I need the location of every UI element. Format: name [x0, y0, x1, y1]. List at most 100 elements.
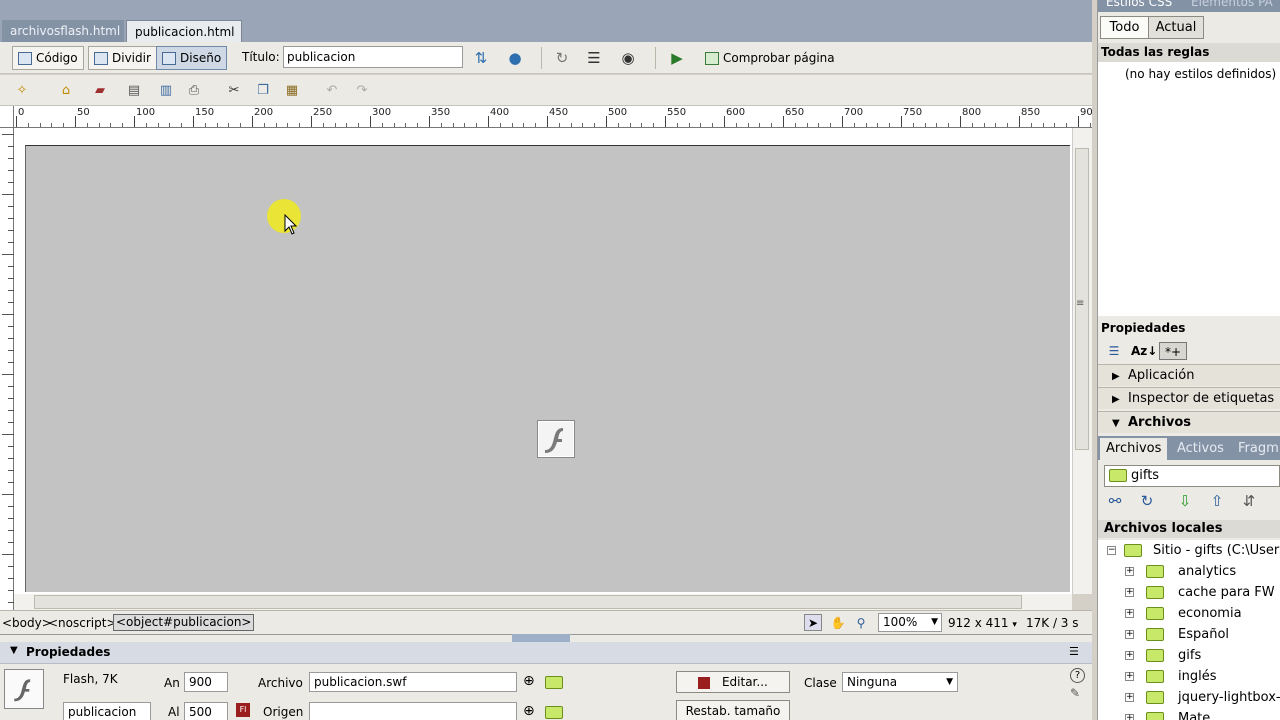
horizontal-scroll-thumb[interactable] — [34, 595, 1022, 609]
reset-size-button[interactable]: Restab. tamaño — [676, 700, 790, 720]
ruler-tick — [2, 314, 14, 315]
category-view-icon[interactable]: ☰ — [1103, 342, 1125, 360]
code-view-button[interactable]: Código — [12, 46, 84, 70]
tab-archivos[interactable]: Archivos — [1100, 438, 1168, 460]
options-menu-icon[interactable]: ☰ — [1069, 645, 1079, 658]
mode-current-button[interactable]: Actual — [1149, 17, 1203, 38]
css-rules-list[interactable] — [1098, 62, 1280, 316]
point-to-file-icon[interactable]: ⊕ — [523, 703, 535, 719]
file-tree-row[interactable]: + gifs — [1098, 645, 1280, 666]
tag-selector-body[interactable]: <body> — [2, 616, 52, 630]
redo-icon[interactable]: ↷ — [352, 80, 372, 100]
edit-button[interactable]: Editar... — [676, 671, 790, 693]
hand-tool-icon[interactable]: ✋ — [829, 614, 847, 631]
width-field[interactable]: 900 — [184, 672, 228, 692]
get-files-icon[interactable]: ⇩ — [1174, 490, 1196, 512]
expand-toggle-icon[interactable]: + — [1125, 672, 1134, 681]
collapse-triangle-icon[interactable]: ▼ — [10, 645, 18, 656]
check-out-icon[interactable]: ⇵ — [1238, 490, 1260, 512]
ruler-tick-label: 150 — [195, 107, 215, 118]
site-select[interactable]: gifts — [1104, 465, 1280, 487]
mode-all-button[interactable]: Todo — [1101, 17, 1149, 38]
refresh-icon[interactable]: ↻ — [1136, 490, 1158, 512]
copy-icon[interactable]: ❐ — [253, 80, 273, 100]
save-icon[interactable]: ▤ — [124, 80, 144, 100]
expand-toggle-icon[interactable]: + — [1125, 714, 1134, 720]
ruler-origin[interactable] — [0, 106, 14, 128]
refresh-icon[interactable]: ↻ — [551, 48, 573, 68]
origin-field[interactable] — [309, 702, 517, 720]
expand-toggle-icon[interactable]: + — [1125, 651, 1134, 660]
split-view-button[interactable]: Dividir — [88, 46, 157, 70]
ruler-tick-label: 600 — [726, 107, 746, 118]
file-tree-label: cache para FW — [1178, 585, 1275, 600]
help-icon[interactable]: ? — [1070, 668, 1085, 683]
window-size[interactable]: 912 x 411 ▾ — [948, 616, 1017, 630]
tab-fragmentos[interactable]: Fragm — [1232, 438, 1280, 460]
file-tree-row[interactable]: + analytics — [1098, 561, 1280, 582]
check-page-button[interactable]: Comprobar página — [700, 46, 840, 70]
visual-aids-icon[interactable]: ◉ — [617, 48, 639, 68]
css-properties-header: Propiedades — [1101, 321, 1186, 335]
point-to-file-icon[interactable]: ⊕ — [523, 673, 535, 689]
alpha-view-icon[interactable]: Az↓ — [1131, 342, 1157, 360]
expand-toggle-icon[interactable]: + — [1125, 693, 1134, 702]
file-tree-row[interactable]: − Sitio - gifts (C:\Users\F — [1098, 540, 1280, 561]
file-tree-row[interactable]: + inglés — [1098, 666, 1280, 687]
expand-toggle-icon[interactable]: + — [1125, 609, 1134, 618]
tag-selector-object[interactable]: <object#publicacion> — [113, 614, 255, 631]
tab-publicacion[interactable]: publicacion.html — [126, 20, 242, 42]
tab-estilos-css[interactable]: Estilos CSS — [1106, 0, 1172, 9]
browse-bridge-icon[interactable]: ▰ — [90, 80, 110, 100]
file-tree-row[interactable]: + Español — [1098, 624, 1280, 645]
title-input[interactable]: publicacion — [283, 46, 463, 68]
splitter-grip-icon[interactable]: ≡ — [1076, 298, 1084, 309]
connect-icon[interactable]: ⚯ — [1104, 490, 1126, 512]
validate-markup-icon[interactable]: ▶ — [666, 48, 688, 68]
tab-activos[interactable]: Activos — [1171, 438, 1230, 460]
set-properties-icon[interactable]: *+ — [1159, 342, 1187, 360]
print-icon[interactable]: ⎙ — [184, 80, 204, 100]
browse-folder-icon[interactable] — [545, 706, 563, 719]
flash-object-placeholder[interactable] — [25, 145, 1070, 592]
zoom-tool-icon[interactable]: ⚲ — [852, 614, 870, 631]
expand-toggle-icon[interactable]: + — [1125, 630, 1134, 639]
group-aplicacion[interactable]: ▶ Aplicación — [1098, 364, 1280, 386]
open-icon[interactable]: ⌂ — [56, 80, 76, 100]
tab-elementos-pa[interactable]: Elementos PA — [1191, 0, 1273, 9]
cut-icon[interactable]: ✂ — [224, 80, 244, 100]
new-document-icon[interactable]: ✧ — [12, 80, 32, 100]
file-tree-row[interactable]: + Mate — [1098, 708, 1280, 720]
tag-selector-noscript[interactable]: <noscript> — [48, 616, 117, 630]
tab-archivosflash[interactable]: archivosflash.html — [2, 20, 124, 42]
file-tree-row[interactable]: + cache para FW — [1098, 582, 1280, 603]
expand-toggle-icon[interactable]: + — [1125, 588, 1134, 597]
file-management-icon[interactable]: ⇅ — [470, 48, 492, 68]
group-archivos[interactable]: ▼ Archivos — [1098, 411, 1280, 433]
save-all-icon[interactable]: ▥ — [156, 80, 176, 100]
paste-icon[interactable]: ▦ — [282, 80, 302, 100]
file-field[interactable]: publicacion.swf — [309, 672, 517, 692]
file-tree-row[interactable]: + jquery-lightbox-0. — [1098, 687, 1280, 708]
quick-tag-editor-icon[interactable]: ✎ — [1070, 686, 1080, 700]
put-files-icon[interactable]: ⇧ — [1206, 490, 1228, 512]
expand-toggle-icon[interactable]: − — [1107, 546, 1116, 555]
zoom-select[interactable]: 100% ▼ — [878, 613, 942, 632]
panel-resize-grip[interactable] — [512, 634, 570, 642]
object-id-field[interactable]: publicacion — [63, 702, 151, 720]
group-inspector-etiquetas[interactable]: ▶ Inspector de etiquetas — [1098, 387, 1280, 409]
file-tree-row[interactable]: + economia — [1098, 603, 1280, 624]
design-view-button[interactable]: Diseño — [156, 46, 228, 70]
browse-folder-icon[interactable] — [545, 676, 563, 689]
vertical-ruler — [0, 128, 14, 610]
browser-preview-icon[interactable]: ● — [504, 48, 526, 68]
properties-panel-header[interactable] — [0, 642, 1092, 664]
expand-toggle-icon[interactable]: + — [1125, 567, 1134, 576]
ruler-tick-label: 200 — [254, 107, 274, 118]
view-options-icon[interactable]: ☰ — [583, 48, 605, 68]
folder-icon — [1146, 712, 1164, 720]
height-field[interactable]: 500 — [184, 702, 228, 720]
undo-icon[interactable]: ↶ — [322, 80, 342, 100]
class-select[interactable]: Ninguna ▼ — [842, 672, 958, 692]
select-tool-icon[interactable]: ➤ — [804, 614, 822, 631]
